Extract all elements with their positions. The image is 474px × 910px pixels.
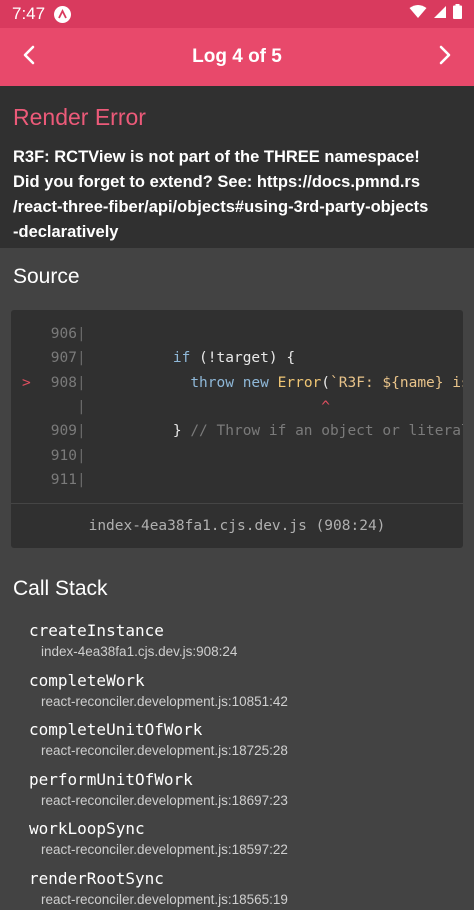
error-message[interactable]: R3F: RCTView is not part of the THREE na… [13,145,461,245]
error-message-line: -declaratively [13,223,119,241]
stack-frame-location: react-reconciler.development.js:18597:22 [41,842,288,858]
wifi-icon [409,4,427,24]
stack-frame-location: react-reconciler.development.js:18697:23 [41,792,288,808]
error-section: Render Error R3F: RCTView is not part of… [0,86,474,248]
gutter-bar: | [77,423,86,440]
code-token: Error [277,374,322,391]
code-token: throw [190,374,234,391]
stack-frame-location: react-reconciler.development.js:18725:28 [41,743,288,759]
stack-frame[interactable]: completeWork react-reconciler.development… [29,670,288,712]
gutter-bar: | [77,398,86,415]
code-token: ( [321,374,331,391]
code-token: } [103,423,191,440]
status-bar: 7:47 [0,0,474,28]
error-message-line: Did you forget to extend? See: https://d… [13,173,421,191]
code-token: (!target) { [190,350,296,367]
line-number: 908 [50,374,77,391]
source-code-frame[interactable]: 906 | 907 | if (!target) {>908 | throw new E… [11,310,463,548]
stack-frame-function: renderRootSync [29,869,164,888]
prev-log-button[interactable] [0,28,58,86]
line-number: 906 [50,326,77,342]
code-text: ^ [103,395,330,419]
stack-frame-location: index-4ea38fa1.cjs.dev.js:908:24 [41,644,238,659]
stack-frame-function: workLoopSync [29,819,145,839]
battery-icon [453,4,462,24]
stack-frame[interactable]: workLoopSync react-reconciler.development… [29,818,288,860]
stack-frame-function: completeWork [29,670,145,690]
chevron-left-icon [22,45,36,70]
source-section-title: Source [13,265,80,288]
gutter-bar: | [77,447,86,464]
error-message-line: /react-three-fiber/api/objects#using-3rd… [13,198,429,216]
code-token: // Throw if an object or literal [190,423,463,440]
line-number: 907 [50,350,77,367]
line-number: 909 [50,423,77,440]
stack-frame[interactable]: createInstance index-4ea38fa1.cjs.dev.js:… [29,620,237,662]
source-file-location[interactable]: index-4ea38fa1.cjs.dev.js (908:24) [11,504,463,548]
code-token: new [242,374,269,391]
stack-frame-function: createInstance [29,621,164,640]
line-number: 910 [50,447,77,464]
gutter-bar: | [77,350,86,367]
stack-frame-function: completeUnitOfWork [29,720,203,740]
stack-frame[interactable]: performUnitOfWork react-reconciler.develo… [29,769,288,811]
gutter-bar: | [77,471,86,488]
stack-frame[interactable]: completeUnitOfWork react-reconciler.devel… [29,719,288,761]
error-line-marker: > [22,374,31,391]
code-token: if [172,350,191,367]
stack-frame-location: react-reconciler.development.js:10851:42 [41,693,288,709]
gutter-bar: | [77,326,86,342]
line-number: 911 [50,471,77,488]
next-log-button[interactable] [416,28,474,86]
stack-frame-function: performUnitOfWork [29,769,193,789]
code-text: } // Throw if an object or literal [103,419,463,443]
chevron-right-icon [438,45,452,70]
code-token: ^ [321,398,330,415]
log-counter-title: Log 4 of 5 [192,46,282,67]
call-stack-title: Call Stack [13,577,108,600]
code-text: if (!target) { [103,346,295,370]
gutter-bar: | [77,374,86,391]
error-title: Render Error [13,104,146,130]
status-time: 7:47 [12,4,46,23]
log-header: Log 4 of 5 [0,28,474,86]
app-badge-icon [54,5,72,23]
stack-frame-location: react-reconciler.development.js:18565:19 [41,892,288,907]
code-token: `R3F: ${name} is [330,374,463,391]
error-message-line: R3F: RCTView is not part of the THREE na… [13,148,420,166]
stack-frame[interactable]: renderRootSync react-reconciler.developme… [29,868,288,910]
code-text: throw new Error(`R3F: ${name} is [103,371,463,395]
signal-icon [433,4,447,24]
